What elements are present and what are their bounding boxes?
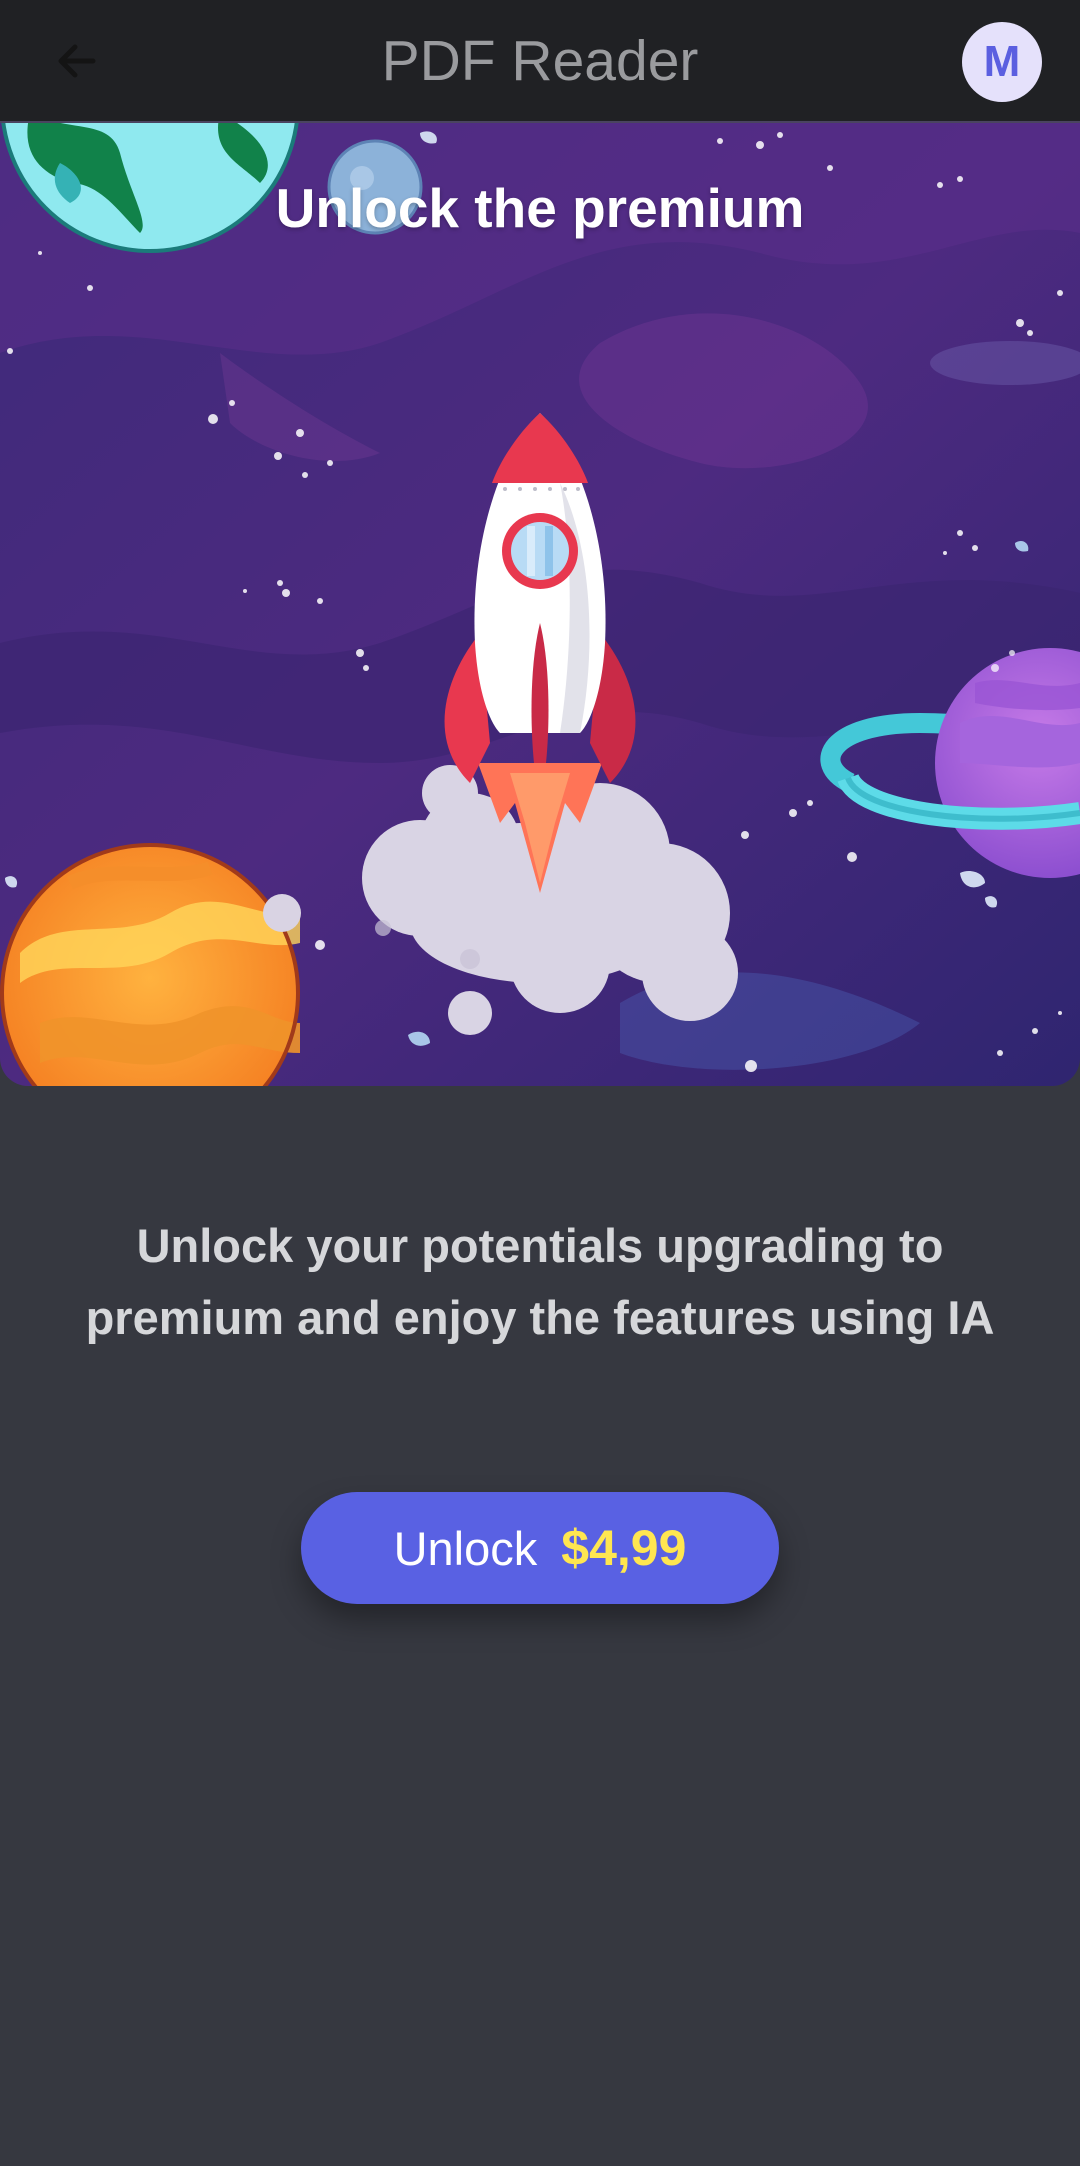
rocket-launch-illustration <box>0 123 1080 1086</box>
unlock-button[interactable]: Unlock $4,99 <box>301 1492 779 1604</box>
avatar[interactable]: M <box>962 22 1042 102</box>
premium-screen: PDF Reader M Unlock the premium Unlock y… <box>0 0 1080 2166</box>
app-bar: PDF Reader M <box>0 0 1080 123</box>
premium-banner: Unlock the premium <box>0 123 1080 1086</box>
unlock-label: Unlock <box>393 1521 538 1575</box>
app-title: PDF Reader <box>381 29 699 93</box>
hero-title: Unlock the premium <box>275 177 805 239</box>
premium-description: Unlock your potentials upgrading to prem… <box>85 1219 995 1344</box>
unlock-price: $4,99 <box>561 1520 687 1576</box>
